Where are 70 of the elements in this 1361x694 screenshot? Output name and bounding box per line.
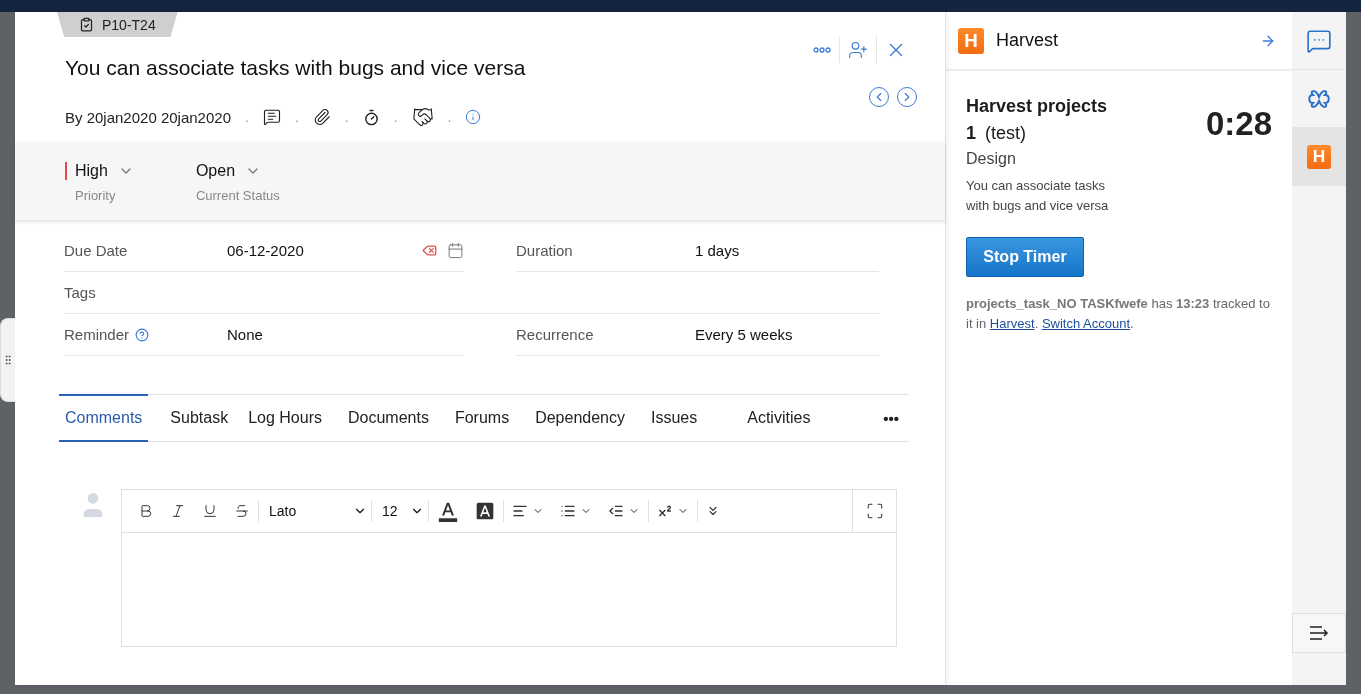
collapse-panel-icon (1309, 625, 1329, 641)
text-link[interactable]: Harvest (989, 316, 1035, 332)
tab[interactable]: Documents (338, 393, 439, 442)
tab[interactable]: Issues (641, 393, 708, 442)
task-id: P10-T24 (102, 16, 156, 33)
paperclip-icon[interactable] (312, 108, 331, 126)
superscript-icon (657, 503, 673, 519)
stop-timer-button[interactable]: Stop Timer (966, 237, 1084, 278)
collapse-button[interactable] (1292, 613, 1346, 653)
task-title: You can associate tasks with bugs and vice versa (65, 56, 527, 80)
field-value[interactable]: 1 days (695, 242, 879, 259)
tab[interactable]: Log Hours (238, 393, 332, 442)
italic-icon (170, 503, 186, 519)
field-value[interactable]: Every 5 weeks (695, 326, 879, 343)
grip-icon (2, 354, 14, 366)
drag-handle[interactable] (0, 318, 15, 402)
separator-dot: . (294, 109, 299, 125)
comment-icon[interactable] (262, 108, 281, 126)
chat-icon (1306, 27, 1332, 54)
status-label: Current Status (194, 188, 280, 203)
clear-icon[interactable] (422, 243, 437, 258)
calendar-icon[interactable] (447, 242, 464, 259)
timer-notes: You can associate tasks with bugs and vice versa (966, 177, 1110, 216)
bold-icon (138, 503, 154, 519)
priority-dropdown[interactable]: High (65, 162, 134, 180)
timer-reading: 0:28 (1205, 105, 1272, 143)
expand-icon (865, 502, 884, 520)
tab[interactable]: Subtask (160, 393, 239, 442)
handshake-icon[interactable] (411, 106, 434, 128)
field-value[interactable]: None (227, 326, 464, 343)
field-label: Due Date (64, 242, 128, 259)
highlight-icon (475, 501, 495, 521)
field-label: Recurrence (516, 326, 594, 343)
priority-label: Priority (74, 188, 117, 203)
tab[interactable]: Activities (737, 393, 821, 442)
align-left-icon (512, 503, 528, 519)
project-name: Harvest projects 1 (test) (966, 95, 1109, 145)
harvest-logo: H (958, 27, 984, 54)
field-value[interactable]: 06-12-2020 (227, 242, 422, 259)
add-user-icon (848, 40, 868, 60)
tracked-summary: projects_task_NO TASKfwefe has 13:23 tracked to it in Harvest. Switch Account. (966, 295, 1271, 334)
font-dropdown[interactable]: Lato (259, 503, 371, 519)
text-color-icon (437, 500, 459, 522)
separator-dot: . (393, 109, 398, 125)
strikethrough-icon (234, 503, 250, 519)
font-size-dropdown[interactable]: 12 (372, 503, 428, 519)
separator-dot: . (447, 109, 452, 125)
field-label: Tags (64, 284, 96, 301)
info-icon[interactable] (465, 109, 482, 125)
indent-icon (608, 503, 624, 519)
timer-icon[interactable] (362, 108, 380, 126)
double-chevron-icon (706, 504, 720, 518)
bullet-list-icon (560, 503, 576, 519)
tab[interactable]: Comments (59, 393, 149, 442)
ellipsis-icon (813, 47, 831, 53)
status-dropdown[interactable]: Open (185, 162, 280, 180)
more-tabs-button[interactable]: ••• (873, 409, 909, 427)
harvest-logo: H (1307, 144, 1331, 169)
clipboard-icon (79, 17, 94, 32)
panel-title: Harvest (996, 30, 1058, 51)
task-type: Design (966, 150, 1017, 168)
field-label: Reminder (64, 326, 130, 343)
tab[interactable]: Forums (444, 393, 520, 442)
help-icon[interactable] (135, 327, 150, 342)
underline-icon (202, 503, 218, 519)
field-label: Duration (516, 242, 573, 259)
separator-dot: . (344, 109, 349, 125)
separator-dot: . (245, 109, 249, 125)
task-byline: By 20jan2020 20jan2020 (65, 108, 231, 126)
tab[interactable]: Dependency (525, 393, 635, 442)
